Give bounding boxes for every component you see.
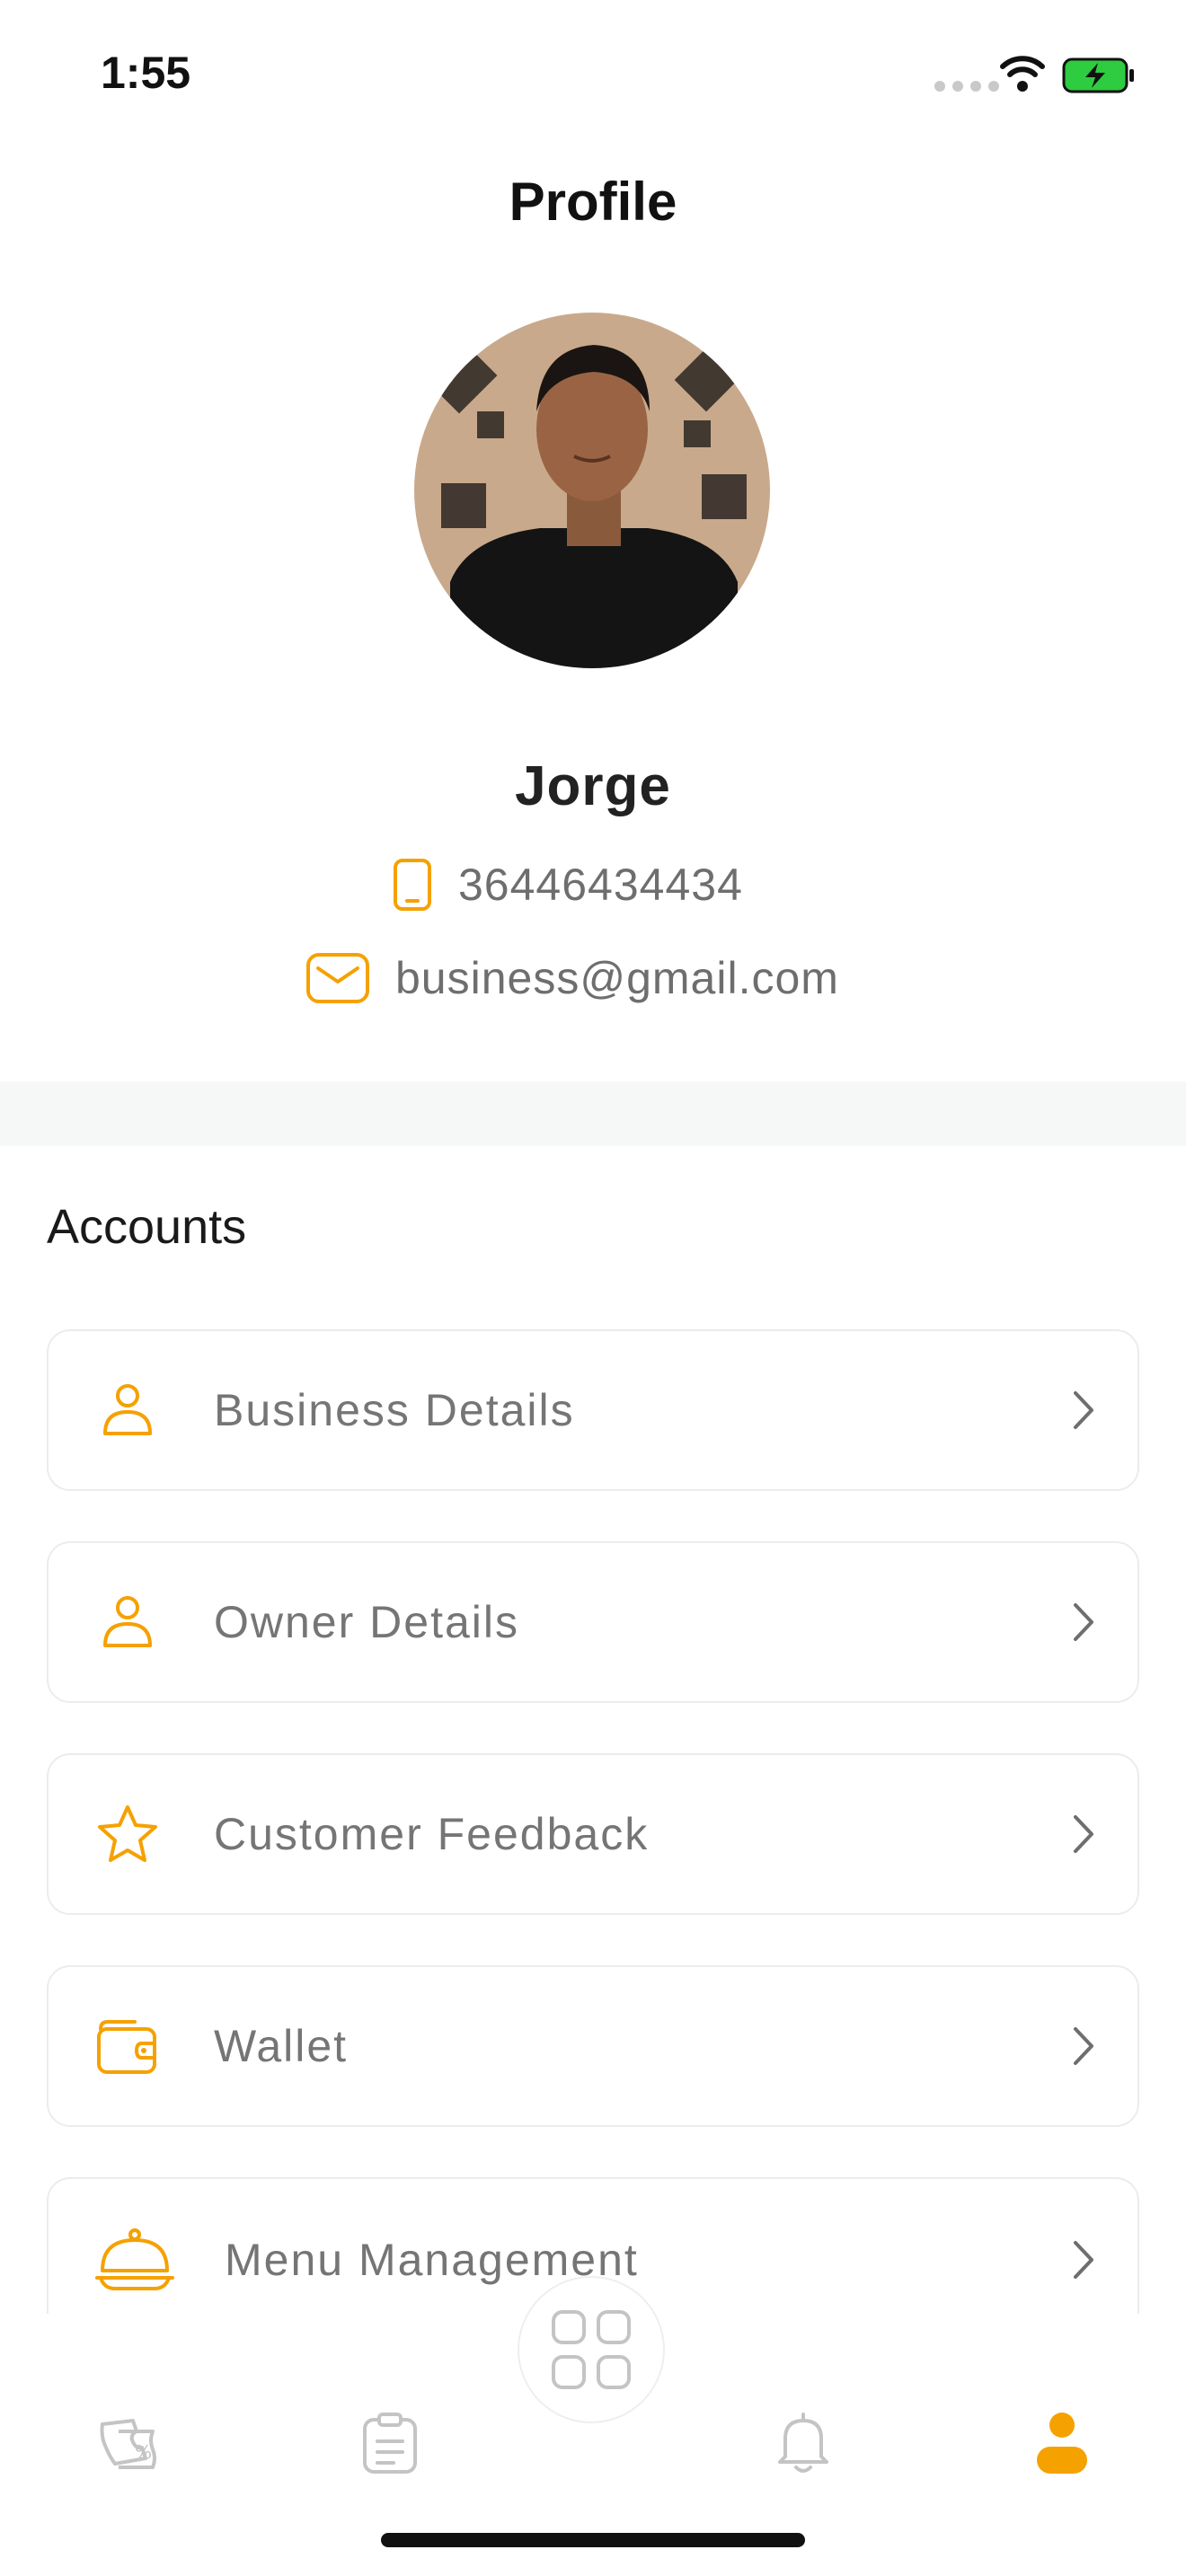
phone-row: 36446434434: [392, 858, 743, 912]
bell-icon: [778, 2413, 828, 2473]
dashboard-button[interactable]: [518, 2276, 665, 2423]
menu-item-label: Business Details: [214, 1385, 575, 1435]
wallet-item[interactable]: Wallet: [47, 1965, 1139, 2127]
wifi-icon: [1000, 56, 1045, 92]
mail-icon: [306, 953, 369, 1003]
owner-details-item[interactable]: Owner Details: [47, 1541, 1139, 1703]
customer-feedback-item[interactable]: Customer Feedback: [47, 1753, 1139, 1915]
menu-item-label: Owner Details: [214, 1597, 519, 1647]
wallet-icon: [92, 2010, 164, 2082]
battery-charging-icon: [1062, 57, 1134, 93]
email-address: business@gmail.com: [395, 953, 839, 1003]
avatar[interactable]: [414, 313, 770, 668]
profile-icon: [1037, 2413, 1087, 2474]
business-details-item[interactable]: Business Details: [47, 1329, 1139, 1491]
status-bar: 1:55: [0, 0, 1186, 135]
user-icon: [92, 1586, 164, 1658]
accounts-section-title: Accounts: [47, 1200, 247, 1254]
page-title: Profile: [509, 172, 677, 232]
nav-offers[interactable]: %: [97, 2407, 169, 2479]
cellular-signal-icon: [934, 81, 999, 92]
offers-icon: %: [100, 2419, 156, 2469]
email-row: business@gmail.com: [305, 952, 839, 1004]
phone-number: 36446434434: [458, 860, 743, 910]
status-time: 1:55: [101, 48, 191, 98]
section-divider: [0, 1081, 1186, 1146]
chevron-right-icon: [1074, 2241, 1093, 2279]
menu-item-label: Wallet: [214, 2021, 349, 2071]
user-icon: [92, 1374, 164, 1446]
grid-icon: [552, 2310, 631, 2389]
nav-orders[interactable]: [354, 2407, 426, 2479]
chevron-right-icon: [1074, 2027, 1093, 2065]
cloche-icon: [92, 2224, 178, 2296]
menu-item-label: Customer Feedback: [214, 1809, 650, 1859]
orders-icon: [363, 2413, 417, 2474]
phone-icon: [394, 859, 431, 911]
home-indicator[interactable]: [381, 2533, 805, 2547]
nav-profile[interactable]: [1026, 2407, 1098, 2479]
nav-notifications[interactable]: [767, 2407, 839, 2479]
user-name: Jorge: [515, 755, 671, 817]
chevron-right-icon: [1074, 1391, 1093, 1429]
chevron-right-icon: [1074, 1815, 1093, 1853]
star-icon: [92, 1798, 164, 1870]
svg-text:%: %: [135, 2441, 152, 2463]
chevron-right-icon: [1074, 1603, 1093, 1641]
